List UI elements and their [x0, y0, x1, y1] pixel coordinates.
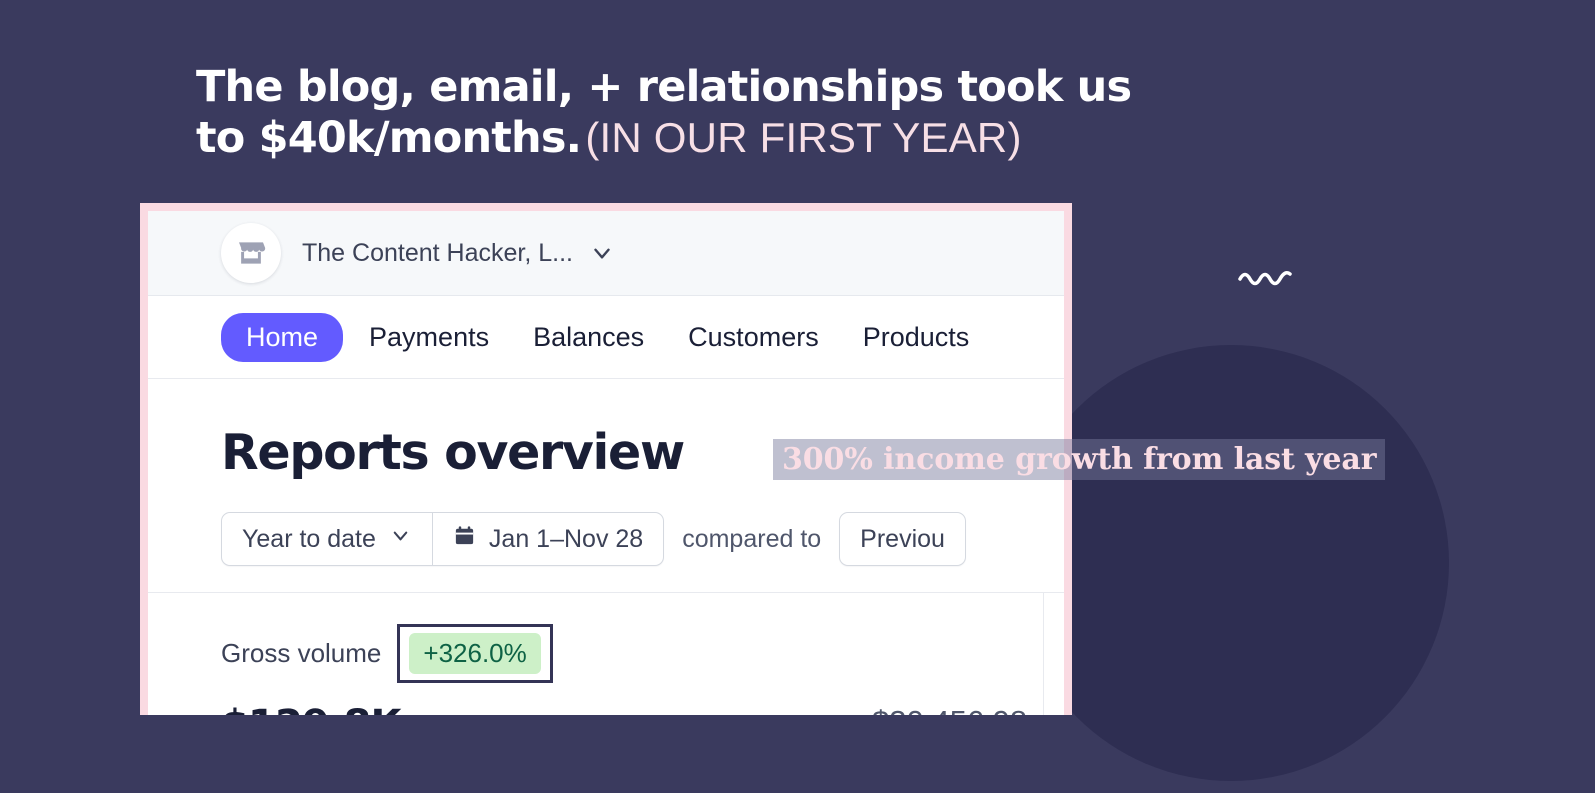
status-badge: +326.0%	[409, 633, 541, 674]
chevron-down-icon[interactable]	[589, 240, 615, 266]
date-filter-group: Year to date Jan 1–Nov 28	[221, 512, 665, 566]
compared-to-label: compared to	[682, 524, 822, 553]
nav-tab-payments[interactable]: Payments	[351, 313, 507, 362]
annotation-text: 300% income growth from last year	[782, 442, 1377, 477]
headline: The blog, email, + relationships took us…	[196, 62, 1316, 163]
headline-bold-1: The blog, email, + relationships took us	[196, 62, 1132, 112]
highlight-box: +326.0%	[397, 624, 553, 683]
metric-header-row: Gross volume +326.0%	[221, 624, 553, 683]
nav-tab-products[interactable]: Products	[845, 313, 988, 362]
chevron-down-icon	[389, 524, 412, 554]
date-range-value: Jan 1–Nov 28	[488, 524, 644, 553]
date-picker-button[interactable]: Jan 1–Nov 28	[431, 513, 663, 565]
metric-value-secondary: $30,456.98	[872, 704, 1027, 715]
metric-value-primary: $129.8K	[221, 702, 402, 715]
comparison-period-select[interactable]: Previou	[839, 512, 966, 566]
nav-tab-home[interactable]: Home	[221, 312, 344, 362]
app-nav-tabs: Home Payments Balances Customers Product…	[148, 296, 1064, 379]
reports-body: Reports overview Year to date Jan 1–Nov …	[148, 379, 1064, 715]
headline-line-1: The blog, email, + relationships took us	[196, 62, 1316, 113]
account-name[interactable]: The Content Hacker, L...	[302, 239, 573, 268]
date-range-select[interactable]: Year to date	[222, 513, 432, 565]
headline-subtext: (IN OUR FIRST YEAR)	[585, 113, 1022, 161]
storefront-icon	[221, 223, 281, 283]
annotation-callout: 300% income growth from last year	[773, 439, 1386, 480]
poster-canvas: The blog, email, + relationships took us…	[0, 0, 1595, 793]
column-divider	[1043, 593, 1044, 715]
headline-bold-2: to $40k/months.	[196, 112, 582, 163]
nav-tab-balances[interactable]: Balances	[515, 313, 662, 362]
app-topbar: The Content Hacker, L...	[148, 211, 1064, 296]
date-range-label: Year to date	[242, 524, 376, 553]
section-divider	[148, 592, 1064, 593]
squiggle-icon	[1238, 271, 1292, 286]
filters-row: Year to date Jan 1–Nov 28 compared to Pr…	[221, 512, 1064, 566]
headline-line-2: to $40k/months. (IN OUR FIRST YEAR)	[196, 113, 1316, 164]
metric-label-gross-volume: Gross volume	[221, 638, 382, 668]
decorative-circle	[1013, 345, 1449, 781]
nav-tab-customers[interactable]: Customers	[670, 313, 837, 362]
calendar-icon	[453, 524, 476, 554]
